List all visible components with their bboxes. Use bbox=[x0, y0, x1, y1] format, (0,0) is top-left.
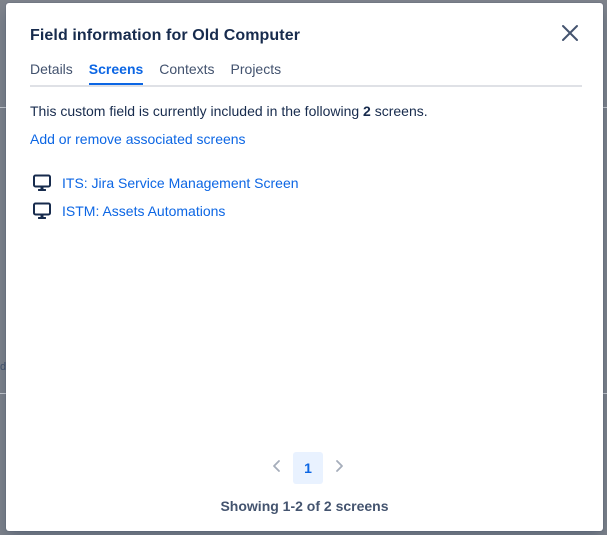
add-remove-screens-link[interactable]: Add or remove associated screens bbox=[30, 131, 246, 147]
chevron-right-icon bbox=[334, 459, 344, 478]
description-suffix: screens. bbox=[370, 103, 428, 119]
tab-list: Details Screens Contexts Projects bbox=[30, 59, 582, 87]
screen-link[interactable]: ITS: Jira Service Management Screen bbox=[62, 175, 299, 191]
tab-projects[interactable]: Projects bbox=[231, 59, 290, 83]
monitor-icon bbox=[30, 201, 54, 221]
tab-details[interactable]: Details bbox=[30, 59, 81, 83]
monitor-icon bbox=[30, 173, 54, 193]
description-prefix: This custom field is currently included … bbox=[30, 103, 364, 119]
dialog-title: Field information for Old Computer bbox=[30, 27, 301, 44]
close-button[interactable] bbox=[556, 21, 584, 49]
screen-count: 2 bbox=[363, 103, 371, 119]
screens-description: This custom field is currently included … bbox=[30, 103, 428, 119]
pagination: 1 bbox=[265, 452, 351, 484]
field-information-dialog: Field information for Old Computer Detai… bbox=[6, 3, 603, 531]
page-button-current[interactable]: 1 bbox=[293, 452, 323, 484]
list-item: ISTM: Assets Automations bbox=[30, 197, 299, 225]
screen-link[interactable]: ISTM: Assets Automations bbox=[62, 203, 225, 219]
tab-screens[interactable]: Screens bbox=[88, 59, 151, 85]
tab-contexts[interactable]: Contexts bbox=[159, 59, 222, 83]
close-icon bbox=[561, 24, 579, 47]
pagination-summary: Showing 1-2 of 2 screens bbox=[220, 498, 389, 514]
chevron-left-icon bbox=[272, 459, 282, 478]
next-page-button[interactable] bbox=[327, 452, 351, 484]
screens-list: ITS: Jira Service Management Screen ISTM… bbox=[30, 169, 299, 225]
list-item: ITS: Jira Service Management Screen bbox=[30, 169, 299, 197]
previous-page-button[interactable] bbox=[265, 452, 289, 484]
